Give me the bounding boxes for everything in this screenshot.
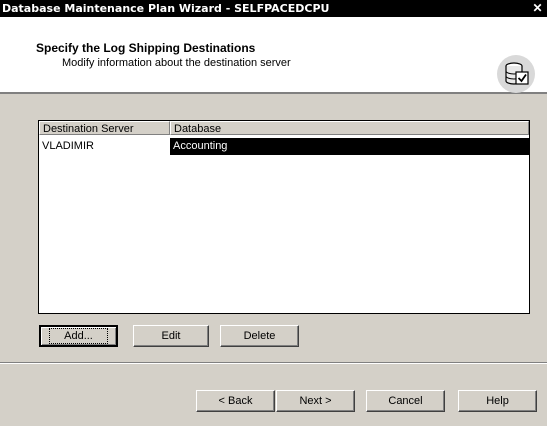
help-button[interactable]: Help [458, 390, 537, 412]
edit-button[interactable]: Edit [133, 325, 209, 347]
next-button[interactable]: Next > [276, 390, 355, 412]
footer-divider [0, 362, 547, 364]
list-row[interactable]: VLADIMIR Accounting [39, 138, 529, 155]
list-header: Destination Server Database [39, 121, 529, 137]
cell-database: Accounting [170, 138, 529, 155]
database-check-icon [497, 55, 535, 93]
delete-button[interactable]: Delete [220, 325, 299, 347]
add-button-label: Add... [64, 330, 93, 342]
next-button-label: Next > [299, 395, 332, 407]
column-header-database[interactable]: Database [170, 121, 529, 135]
back-button[interactable]: < Back [196, 390, 275, 412]
close-button[interactable]: ✕ [530, 1, 545, 15]
edit-button-label: Edit [161, 330, 181, 342]
wizard-header: Specify the Log Shipping Destinations Mo… [0, 17, 547, 94]
page-subtitle: Modify information about the destination… [62, 57, 291, 69]
title-bar[interactable]: Database Maintenance Plan Wizard - SELFP… [0, 0, 547, 17]
back-button-label: < Back [218, 395, 253, 407]
page-title: Specify the Log Shipping Destinations [36, 41, 256, 55]
wizard-window: Database Maintenance Plan Wizard - SELFP… [0, 0, 547, 426]
cell-destination-server: VLADIMIR [39, 138, 170, 155]
delete-button-label: Delete [243, 330, 276, 342]
cancel-button-label: Cancel [388, 395, 423, 407]
focus-rectangle: Add... [49, 328, 108, 344]
help-button-label: Help [486, 395, 509, 407]
column-header-destination-server[interactable]: Destination Server [39, 121, 170, 135]
cancel-button[interactable]: Cancel [366, 390, 445, 412]
add-button[interactable]: Add... [39, 325, 118, 347]
window-title: Database Maintenance Plan Wizard - SELFP… [2, 2, 330, 15]
destination-list[interactable]: Destination Server Database VLADIMIR Acc… [38, 120, 530, 314]
